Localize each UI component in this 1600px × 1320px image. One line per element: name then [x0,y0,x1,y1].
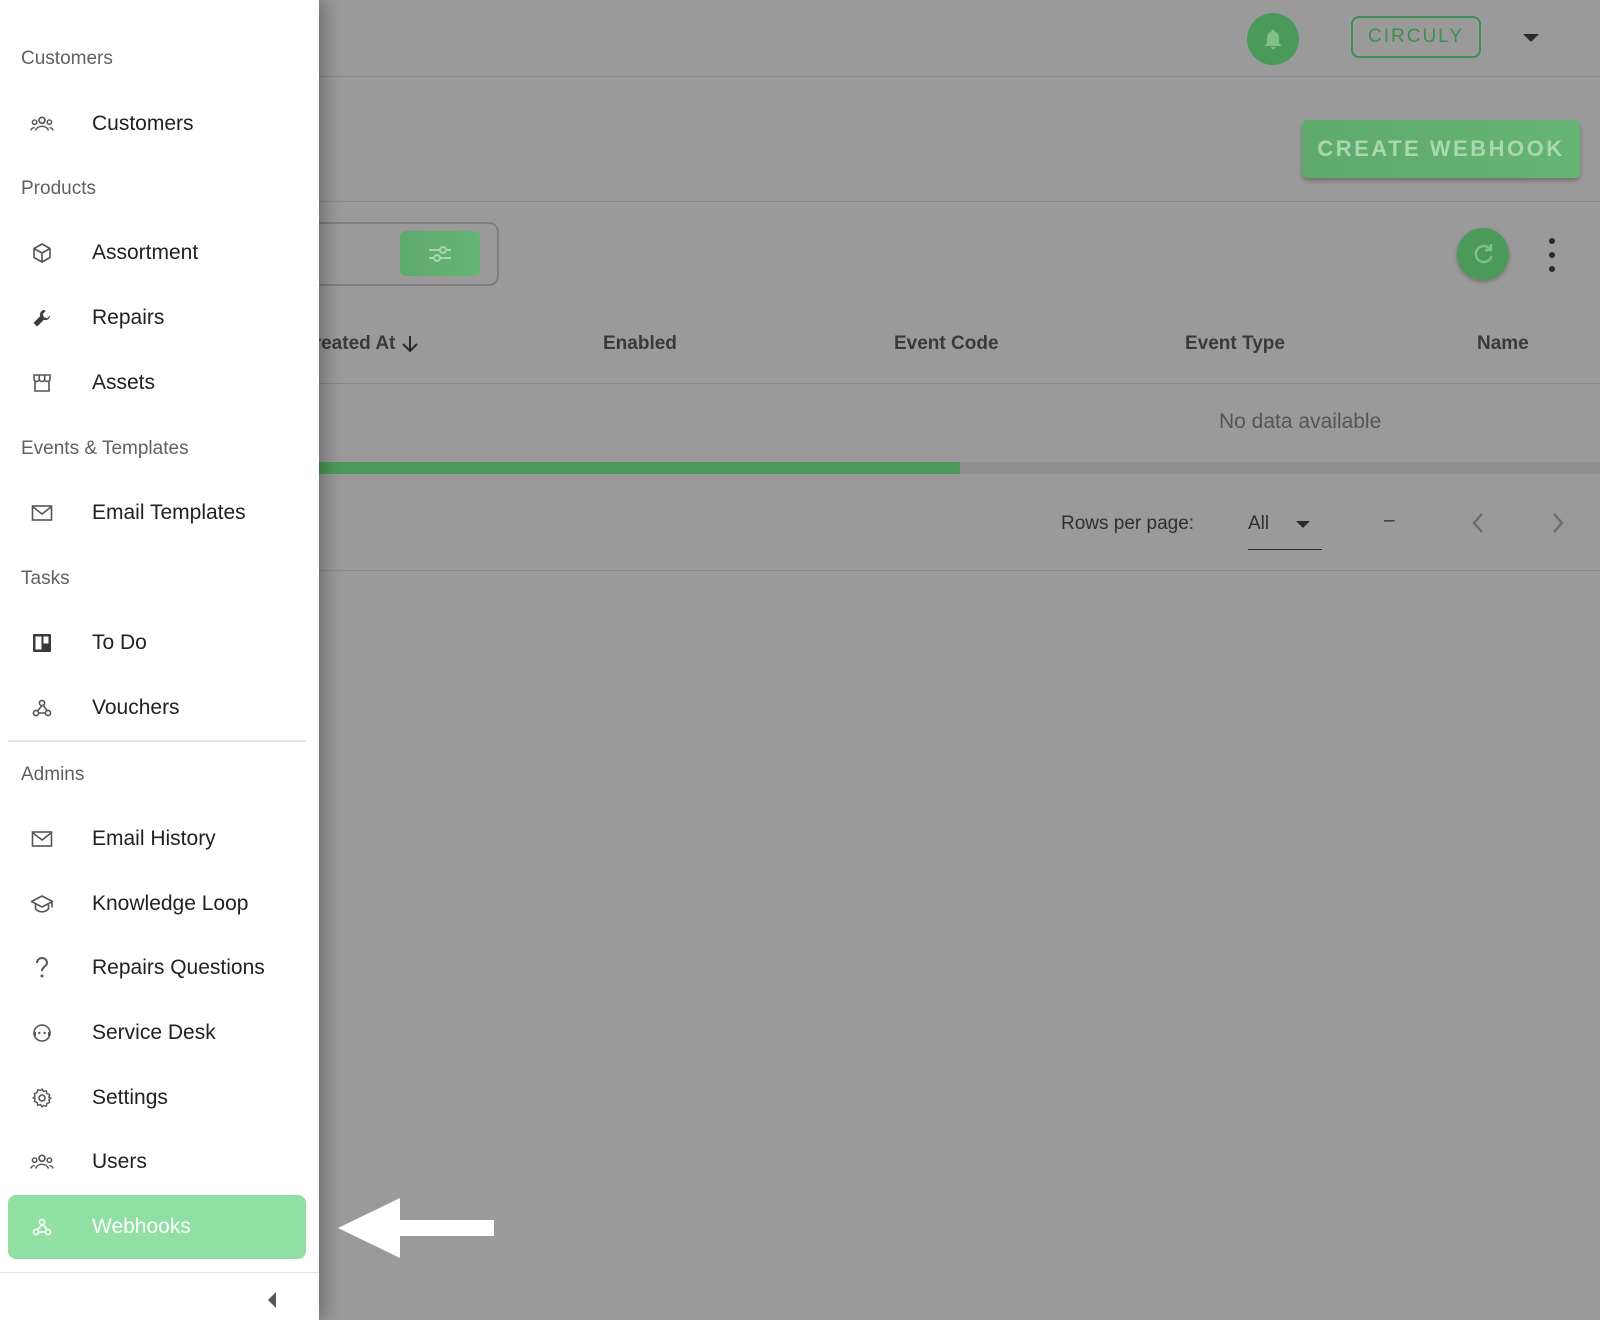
drawer-divider [8,740,306,742]
section-label-customers: Customers [21,48,113,69]
rows-per-page-value: All [1248,513,1270,534]
sidebar-item-email-history[interactable]: Email History [8,807,306,871]
tune-icon [429,245,451,262]
bell-icon [1265,29,1281,49]
column-header-event-code[interactable]: Event Code [894,333,999,355]
empty-state-text: No data available [1219,410,1382,433]
sidebar-item-assortment[interactable]: Assortment [8,221,306,285]
sidebar-item-label: Email Templates [92,501,246,524]
sidebar-item-label: Webhooks [92,1215,191,1238]
column-header-name[interactable]: Name [1477,333,1529,355]
dot-icon [1549,252,1555,258]
sidebar-item-webhooks[interactable]: Webhooks [8,1195,306,1259]
sidebar-item-knowledge-loop[interactable]: Knowledge Loop [8,872,306,936]
section-label-products: Products [21,178,96,199]
sidebar-item-assets[interactable]: Assets [8,351,306,415]
sidebar-item-label: Email History [92,827,216,850]
chevron-down-icon[interactable] [1523,34,1539,42]
sidebar-item-label: Vouchers [92,696,180,719]
sidebar-item-label: Knowledge Loop [92,892,249,915]
sidebar-item-label: Assortment [92,241,199,264]
create-webhook-button[interactable]: CREATE WEBHOOK [1302,120,1580,178]
chevron-right-icon [1553,513,1564,533]
sidebar-item-repairs[interactable]: Repairs [8,286,306,350]
column-header-event-type[interactable]: Event Type [1185,333,1285,355]
collapse-drawer-icon[interactable] [268,1292,276,1308]
face-agent-icon [30,1021,54,1045]
next-page-button[interactable] [1550,510,1566,543]
sidebar-item-label: Assets [92,371,156,394]
sidebar-item-label: To Do [92,631,147,654]
navigation-drawer: Customers Customers Products Assortment … [0,0,319,1320]
users-icon [30,112,54,136]
rows-per-page-select[interactable]: All [1248,505,1322,550]
notifications-button[interactable] [1247,13,1299,65]
graduation-cap-icon [30,892,54,916]
dot-icon [1549,266,1555,272]
mail-icon [30,501,54,525]
refresh-button[interactable] [1457,228,1509,280]
chevron-down-icon [1296,521,1310,528]
sidebar-item-label: Users [92,1150,147,1173]
question-icon [30,956,54,980]
wrench-icon [30,306,54,330]
sidebar-item-label: Settings [92,1086,168,1109]
column-header-enabled[interactable]: Enabled [603,333,677,355]
previous-page-button[interactable] [1470,510,1486,543]
gear-icon [30,1086,54,1110]
sidebar-item-service-desk[interactable]: Service Desk [8,1001,306,1065]
arrow-down-icon [402,336,419,353]
dot-icon [1549,238,1555,244]
sidebar-item-email-templates[interactable]: Email Templates [8,481,306,545]
sidebar-item-label: Customers [92,112,194,135]
mail-icon [30,827,54,851]
sidebar-item-repairs-questions[interactable]: Repairs Questions [8,936,306,1000]
pagination-range: – [1384,510,1395,531]
drawer-divider [0,1272,319,1273]
board-icon [30,631,54,655]
users-icon [30,1150,54,1174]
sidebar-item-to-do[interactable]: To Do [8,611,306,675]
section-label-events-templates: Events & Templates [21,438,189,459]
sidebar-item-customers[interactable]: Customers [8,92,306,156]
cube-icon [30,241,54,265]
section-label-admins: Admins [21,764,85,785]
rows-per-page-label: Rows per page: [1061,513,1195,534]
sidebar-item-label: Repairs Questions [92,956,265,979]
filter-button[interactable] [400,231,480,276]
section-label-tasks: Tasks [21,568,70,589]
sidebar-item-label: Service Desk [92,1021,216,1044]
store-icon [30,371,54,395]
sidebar-item-users[interactable]: Users [8,1130,306,1194]
webhook-icon [30,1215,54,1239]
organization-button[interactable]: CIRCULY [1351,16,1481,58]
annotation-arrow-icon [338,1198,494,1258]
sidebar-item-vouchers[interactable]: Vouchers [8,676,306,740]
chevron-left-icon [1472,513,1483,533]
more-options-button[interactable] [1546,238,1558,272]
webhook-icon [30,696,54,720]
sidebar-item-settings[interactable]: Settings [8,1066,306,1130]
refresh-icon [1474,244,1493,264]
sidebar-item-label: Repairs [92,306,165,329]
